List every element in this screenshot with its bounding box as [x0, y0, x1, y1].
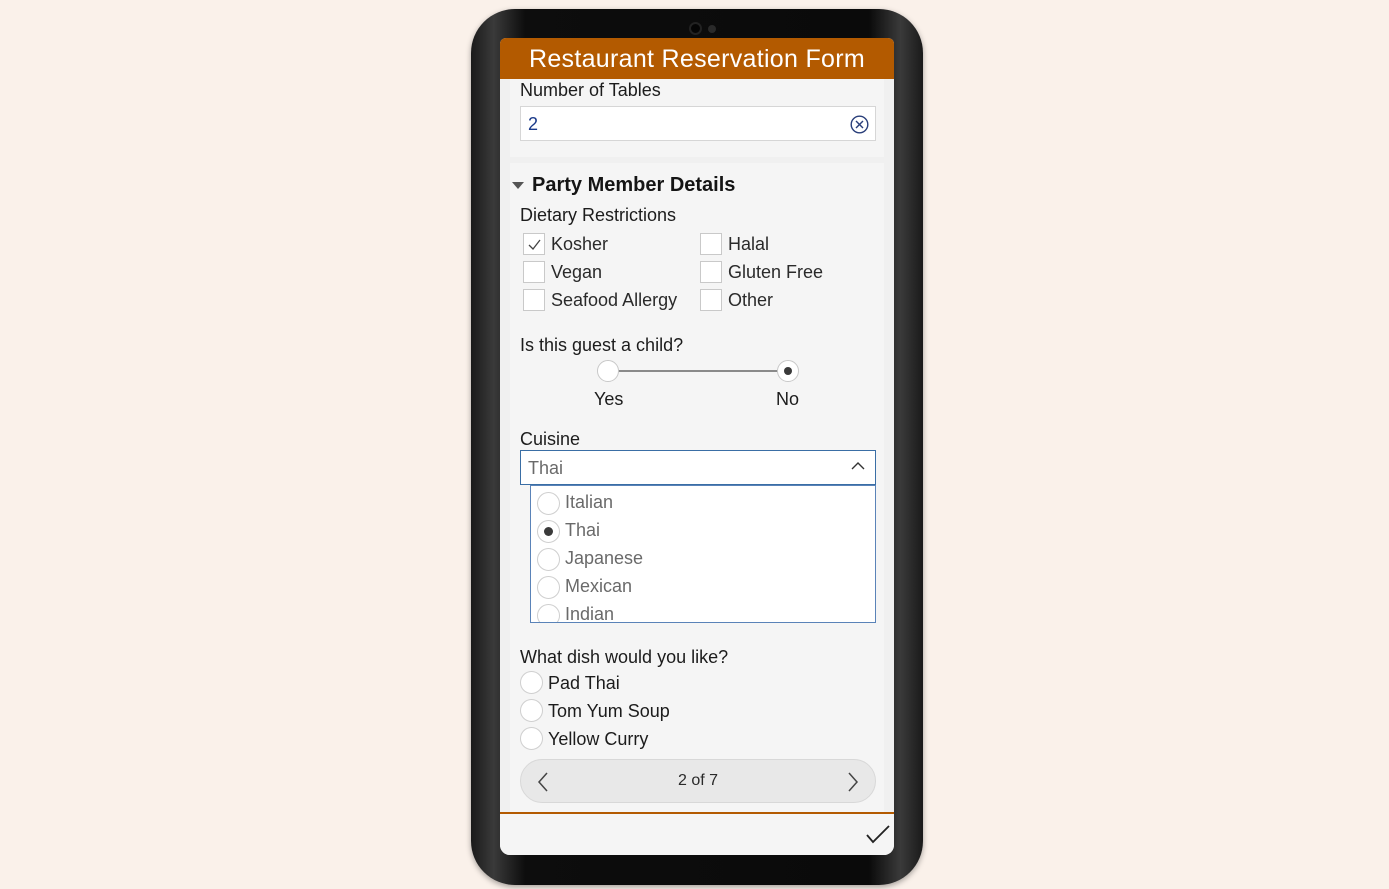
cuisine-select-value: Thai: [528, 458, 564, 478]
selected-dot: [784, 367, 792, 375]
other-label: Other: [728, 290, 774, 310]
child-no-label: No: [776, 389, 800, 409]
cuisine-option-italian[interactable]: Italian: [537, 492, 857, 516]
halal-label: Halal: [728, 234, 770, 254]
screen: Restaurant Reservation Form Number of Ta…: [500, 38, 894, 855]
seafood-allergy-label: Seafood Allergy: [551, 290, 678, 310]
halal-checkbox[interactable]: [700, 233, 722, 255]
selected-dot: [544, 527, 553, 536]
radio[interactable]: [537, 576, 560, 599]
dish-radio-pad-thai[interactable]: [520, 671, 543, 694]
dish-label-pad-thai: Pad Thai: [548, 673, 620, 693]
dish-question: What dish would you like?: [520, 647, 729, 667]
caret-down-icon[interactable]: [512, 182, 524, 189]
circle-x-icon[interactable]: [850, 115, 869, 134]
phone-frame: Restaurant Reservation Form Number of Ta…: [471, 9, 923, 885]
tables-card: Number of Tables 2: [510, 79, 884, 157]
form-footer: [500, 812, 894, 855]
dietary-label: Dietary Restrictions: [520, 205, 677, 225]
kosher-label: Kosher: [551, 234, 609, 254]
radio[interactable]: [537, 492, 560, 515]
chevron-up-icon[interactable]: [851, 461, 865, 471]
radio[interactable]: [537, 520, 560, 543]
option-label: Italian: [565, 492, 614, 512]
tables-label: Number of Tables: [520, 80, 661, 100]
cuisine-dropdown[interactable]: Italian Thai Japanese Mexican Indian: [530, 485, 876, 623]
cuisine-select[interactable]: Thai: [520, 450, 876, 485]
form-title: Restaurant Reservation Form: [500, 38, 894, 79]
radio[interactable]: [537, 548, 560, 571]
child-no-option[interactable]: [777, 360, 799, 382]
child-yes-label: Yes: [594, 389, 624, 409]
option-label: Indian: [565, 604, 615, 623]
child-yes-option[interactable]: [597, 360, 619, 382]
child-question: Is this guest a child?: [520, 335, 684, 355]
other-checkbox[interactable]: [700, 289, 722, 311]
party-details-card: Party Member Details Dietary Restriction…: [510, 163, 884, 812]
sensor-icon: [708, 25, 716, 33]
form-content[interactable]: Number of Tables 2 Party Member Details …: [500, 79, 894, 812]
dish-label-yellow-curry: Yellow Curry: [548, 729, 649, 749]
option-label: Thai: [565, 520, 601, 540]
pager: 2 of 7: [520, 759, 876, 803]
vegan-checkbox[interactable]: [523, 261, 545, 283]
pager-text: 2 of 7: [677, 772, 719, 789]
chevron-right-icon[interactable]: [847, 772, 859, 792]
camera-icon: [689, 22, 702, 35]
gluten-free-checkbox[interactable]: [700, 261, 722, 283]
cuisine-option-thai[interactable]: Thai: [537, 520, 857, 544]
vegan-label: Vegan: [551, 262, 603, 282]
checkmark-icon[interactable]: [866, 824, 890, 844]
cuisine-option-mexican[interactable]: Mexican: [537, 576, 857, 600]
dish-label-tom-yum-soup: Tom Yum Soup: [548, 701, 670, 721]
child-slider-track[interactable]: [608, 370, 788, 372]
tables-input-value: 2: [528, 114, 539, 134]
gluten-free-label: Gluten Free: [728, 262, 824, 282]
dish-radio-yellow-curry[interactable]: [520, 727, 543, 750]
section-title: Party Member Details: [532, 174, 736, 196]
option-label: Japanese: [565, 548, 644, 568]
tables-input[interactable]: 2: [520, 106, 876, 141]
party-details-header[interactable]: Party Member Details: [510, 163, 870, 199]
option-label: Mexican: [565, 576, 633, 596]
radio[interactable]: [537, 604, 560, 622]
dish-radio-tom-yum-soup[interactable]: [520, 699, 543, 722]
seafood-allergy-checkbox[interactable]: [523, 289, 545, 311]
kosher-checkbox[interactable]: [523, 233, 545, 255]
cuisine-option-indian[interactable]: Indian: [537, 604, 857, 623]
checkmark-icon: [528, 239, 541, 250]
cuisine-label: Cuisine: [520, 429, 581, 449]
cuisine-option-japanese[interactable]: Japanese: [537, 548, 857, 572]
